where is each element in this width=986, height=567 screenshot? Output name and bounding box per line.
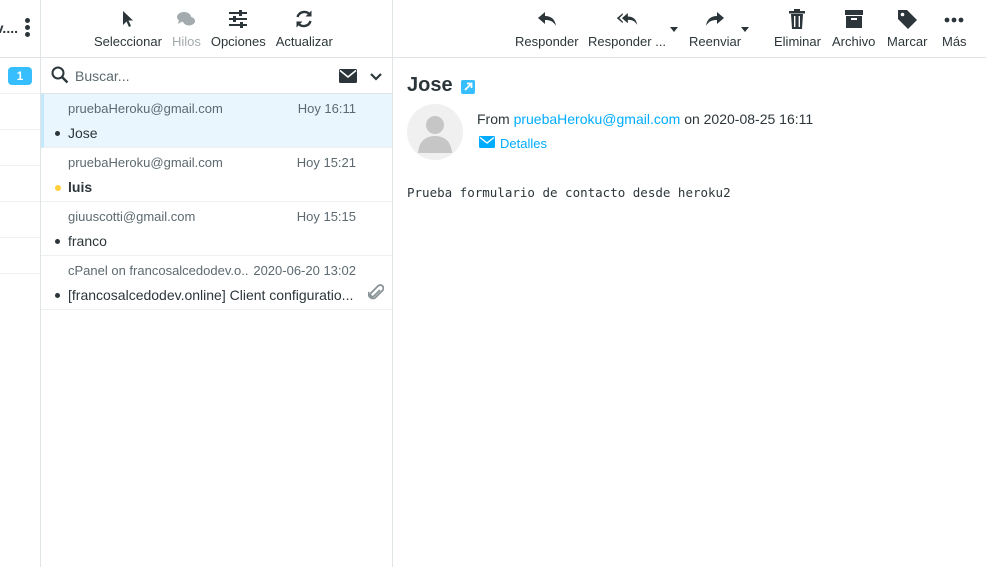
paperclip-icon [367, 284, 385, 305]
details-label: Detalles [500, 136, 547, 151]
message-subject: franco [68, 233, 107, 249]
folder-pane-header: v.... [0, 0, 40, 58]
search-input[interactable] [75, 64, 315, 88]
message-toolbar: Responder Responder ... Reenviar Elimina… [393, 0, 986, 58]
sender-avatar [407, 104, 463, 160]
message-subject: luis [68, 179, 93, 195]
message-row[interactable]: pruebaHeroku@gmail.com Hoy 15:21 luis [41, 148, 392, 202]
unread-status-icon[interactable] [55, 185, 61, 191]
reply-all-icon [616, 8, 638, 30]
folder-inbox[interactable]: 1 [0, 58, 40, 94]
more-button[interactable]: Más [942, 8, 967, 49]
cursor-icon [116, 8, 140, 30]
read-status-icon[interactable] [55, 293, 60, 298]
archive-label: Archivo [832, 34, 876, 49]
trash-icon [786, 8, 808, 30]
delete-label: Eliminar [774, 34, 821, 49]
message-subject: Jose [68, 125, 98, 141]
message-date: 2020-06-20 13:02 [253, 263, 356, 278]
forward-dropdown-icon[interactable] [741, 27, 749, 32]
mark-label: Marcar [887, 34, 928, 49]
select-button[interactable]: Seleccionar [89, 8, 167, 57]
message-from: cPanel on francosalcedodev.o... [68, 263, 248, 278]
folder-item[interactable] [0, 130, 40, 166]
from-line: From pruebaHeroku@gmail.com on 2020-08-2… [477, 111, 813, 127]
message-preview-pane: Responder Responder ... Reenviar Elimina… [393, 0, 986, 567]
comments-icon [174, 8, 198, 30]
reply-all-label: Responder ... [588, 34, 667, 49]
chevron-down-icon[interactable] [370, 69, 382, 85]
message-body: Prueba formulario de contacto desde hero… [407, 185, 731, 200]
message-subject: [francosalcedodev.online] Client configu… [68, 287, 354, 303]
message-from: pruebaHeroku@gmail.com [68, 155, 223, 170]
reply-label: Responder [515, 34, 579, 49]
reply-button[interactable]: Responder [515, 8, 579, 49]
details-link[interactable]: Detalles [479, 136, 547, 151]
message-subject-title: Jose [407, 74, 453, 96]
forward-button[interactable]: Reenviar [689, 8, 741, 49]
reply-icon [536, 8, 558, 30]
forward-label: Reenviar [689, 34, 742, 49]
delete-button[interactable]: Eliminar [774, 8, 821, 49]
select-label: Seleccionar [94, 34, 162, 49]
refresh-icon [292, 8, 316, 30]
from-prefix: From [477, 111, 510, 127]
message-row[interactable]: giuuscotti@gmail.com Hoy 15:15 franco [41, 202, 392, 256]
refresh-button[interactable]: Actualizar [271, 8, 338, 57]
list-toolbar: Seleccionar Hilos Opciones Actualizar [41, 0, 392, 58]
tag-icon [896, 8, 918, 30]
message-list-pane: Seleccionar Hilos Opciones Actualizar Bu… [41, 0, 393, 567]
more-label: Más [942, 34, 967, 49]
archive-button[interactable]: Archivo [832, 8, 875, 49]
options-label: Opciones [210, 34, 266, 49]
folder-item[interactable] [0, 94, 40, 130]
forward-icon [704, 8, 726, 30]
message-row[interactable]: cPanel on francosalcedodev.o... 2020-06-… [41, 256, 392, 310]
folder-pane: v.... 1 [0, 0, 41, 567]
folder-item[interactable] [0, 238, 40, 274]
unread-count-badge: 1 [8, 67, 32, 85]
message-date: Hoy 15:15 [296, 209, 356, 224]
folder-item[interactable] [0, 202, 40, 238]
sliders-icon [226, 8, 250, 30]
menu-dots-icon[interactable] [25, 18, 31, 40]
reply-all-dropdown-icon[interactable] [670, 27, 678, 32]
read-status-icon[interactable] [55, 239, 60, 244]
mark-button[interactable]: Marcar [887, 8, 927, 49]
open-external-icon[interactable] [461, 80, 475, 94]
message-row[interactable]: pruebaHeroku@gmail.com Hoy 16:11 Jose [41, 94, 392, 148]
archive-icon [843, 8, 865, 30]
envelope-icon[interactable] [339, 69, 357, 86]
reply-all-button[interactable]: Responder ... [588, 8, 666, 49]
threads-button[interactable]: Hilos [167, 8, 206, 57]
message-date: Hoy 16:11 [297, 101, 356, 116]
message-from: pruebaHeroku@gmail.com [68, 101, 223, 116]
account-label[interactable]: v.... [0, 20, 18, 36]
options-button[interactable]: Opciones [206, 8, 271, 57]
search-bar [41, 58, 392, 94]
envelope-icon [479, 136, 495, 151]
ellipsis-icon [943, 8, 965, 30]
read-status-icon[interactable] [55, 131, 60, 136]
message-from: giuuscotti@gmail.com [68, 209, 196, 224]
sender-email-link[interactable]: pruebaHeroku@gmail.com [514, 111, 681, 127]
threads-label: Hilos [171, 34, 201, 49]
message-date: Hoy 15:21 [296, 155, 356, 170]
folder-item[interactable] [0, 166, 40, 202]
message-date-text: on 2020-08-25 16:11 [684, 111, 814, 127]
refresh-label: Actualizar [275, 34, 333, 49]
search-icon[interactable] [51, 66, 69, 87]
